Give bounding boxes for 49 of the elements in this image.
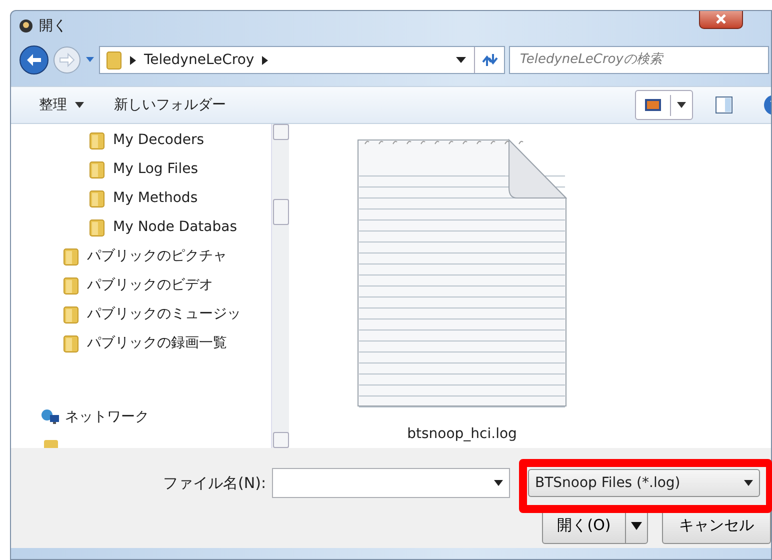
view-icon [644,98,662,112]
app-icon [19,19,33,33]
folder-item[interactable]: パブリックの録画一覧 [11,329,241,358]
folder-item[interactable]: パブリックのピクチャ [11,242,241,271]
folder-item[interactable]: My Log Files [11,155,241,184]
folder-icon [106,50,122,70]
search-field[interactable]: TeledyneLeCroyの検索 [509,46,769,74]
chevron-icon [130,56,136,64]
folder-item[interactable]: パブリックのミュージッ [11,300,241,329]
folder-icon [43,438,59,448]
back-button[interactable] [19,45,49,75]
scrollbar[interactable] [271,124,289,448]
folder-icon [63,334,79,352]
organize-menu[interactable]: 整理 [39,94,84,116]
address-bar[interactable]: TeledyneLeCroy [99,46,505,74]
file-name-label: ファイル名(N): [162,472,266,494]
chevron-icon [262,56,268,64]
folder-icon [89,218,105,236]
window-title: 開く [39,16,67,36]
folder-icon [63,306,79,324]
new-folder-button[interactable]: 新しいフォルダー [114,94,226,116]
folder-item[interactable]: My Node Databas [11,213,241,242]
view-button[interactable] [635,90,693,120]
folder-item[interactable]: My Decoders [11,126,241,155]
close-button[interactable] [699,11,743,29]
folder-icon [89,132,105,150]
dropdown-caret-icon[interactable] [456,57,466,63]
history-caret-icon[interactable] [85,56,95,64]
folder-icon [63,276,79,294]
file-item[interactable]: btsnoop_hci.log [355,136,569,445]
file-name-field[interactable] [272,468,510,498]
network-icon [41,409,61,425]
folder-icon [89,190,105,208]
breadcrumb[interactable]: TeledyneLeCroy [144,50,254,70]
folder-icon [89,160,105,178]
network-item[interactable]: ネットワーク [11,402,149,432]
document-icon [357,136,567,408]
folder-icon [63,248,79,266]
preview-pane-icon[interactable] [715,96,733,114]
caret-icon [75,102,84,108]
caret-icon [630,522,642,530]
caret-icon [494,480,503,486]
folder-item[interactable]: パブリックのビデオ [11,271,241,300]
file-type-dropdown[interactable]: BTSnoop Files (*.log) [528,469,760,497]
folder-item[interactable]: My Methods [11,184,241,213]
refresh-icon[interactable] [480,53,498,67]
close-icon [715,13,727,25]
caret-icon [677,102,686,108]
caret-icon [744,480,753,486]
